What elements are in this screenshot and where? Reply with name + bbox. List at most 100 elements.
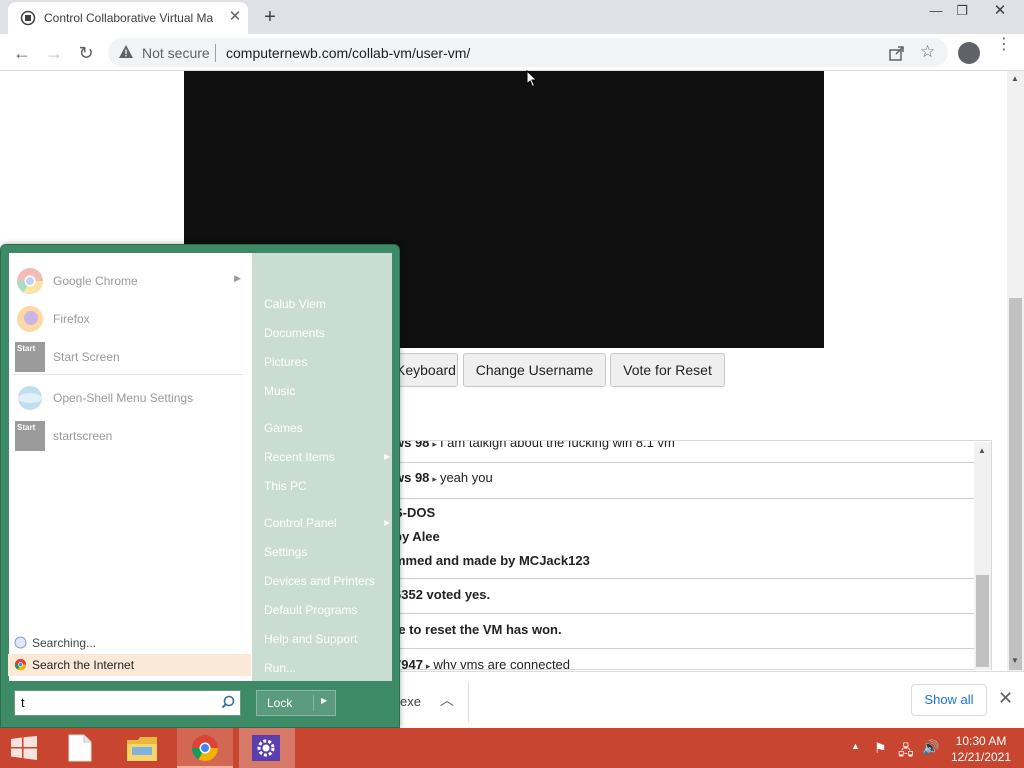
address-bar[interactable]: Not secure computernewb.com/collab-vm/us… (108, 38, 948, 67)
tab-close-icon[interactable]: ✕ (226, 8, 244, 26)
chat-divider (386, 578, 974, 579)
open-shell-icon (18, 386, 42, 410)
download-options-chevron-icon[interactable]: ︿ (440, 690, 454, 710)
share-icon[interactable] (888, 44, 906, 62)
firefox-icon (17, 306, 43, 332)
searching-icon (14, 636, 27, 649)
chat-system-message: 6352 voted yes. (394, 587, 491, 602)
start-menu-programs-pane: Google Chrome ▶ Firefox Start Start Scre… (9, 253, 252, 681)
menu-item-help-support[interactable]: Help and Support (264, 632, 357, 646)
page-scroll-down-icon[interactable]: ▼ (1011, 656, 1019, 665)
chat-system-message: mmed and made by MCJack123 (394, 553, 590, 568)
site-favicon-icon (20, 10, 36, 26)
menu-item-default-programs[interactable]: Default Programs (264, 603, 357, 617)
taskbar-chrome[interactable] (177, 728, 233, 768)
windows-logo-icon (11, 736, 37, 760)
action-center-flag-icon[interactable]: ⚑ (874, 740, 887, 757)
chat-scrollbar-thumb[interactable] (976, 575, 989, 667)
taskbar-settings[interactable] (239, 728, 295, 768)
browser-tab[interactable]: Control Collaborative Virtual Ma ✕ (8, 2, 248, 34)
browser-tab-strip: Control Collaborative Virtual Ma ✕ + — ❐… (0, 0, 1024, 34)
volume-icon[interactable]: 🔊 (922, 739, 939, 756)
program-label: Open-Shell Menu Settings (53, 391, 194, 405)
mouse-cursor-icon (526, 70, 538, 88)
restore-icon[interactable]: ❐ (946, 0, 978, 24)
reload-icon[interactable]: ↻ (73, 40, 99, 66)
start-search-input[interactable]: t (14, 690, 241, 716)
taskbar-notepad[interactable] (52, 728, 108, 768)
search-internet-item[interactable]: Search the Internet (8, 654, 251, 676)
program-firefox[interactable]: Firefox (13, 302, 247, 336)
program-google-chrome[interactable]: Google Chrome ▶ (13, 264, 247, 298)
program-label: Google Chrome (53, 274, 138, 288)
address-divider (215, 44, 216, 62)
menu-item-devices-printers[interactable]: Devices and Printers (264, 574, 375, 588)
submenu-arrow-icon: ▶ (234, 273, 241, 283)
gear-icon (252, 735, 280, 761)
folder-icon (127, 737, 157, 761)
back-icon[interactable]: ← (9, 40, 35, 66)
download-filename[interactable]: exe (400, 694, 421, 709)
chat-message: ws 98 ▸ I am talkigh about the fucking win… (394, 441, 675, 450)
menu-item-control-panel[interactable]: Control Panel (264, 516, 337, 530)
taskbar-file-explorer[interactable] (114, 728, 170, 768)
change-username-button[interactable]: Change Username (463, 353, 606, 387)
start-menu-places-pane: Calub Viem Documents Pictures Music Game… (252, 253, 392, 681)
chat-message: ws 98 ▸ yeah you (394, 470, 493, 485)
page-scrollbar-thumb[interactable] (1009, 298, 1022, 670)
document-icon (68, 734, 92, 762)
security-label[interactable]: Not secure (142, 45, 210, 61)
program-label: startscreen (53, 429, 113, 443)
searching-status: Searching... (32, 636, 97, 650)
bookmark-star-icon[interactable]: ☆ (920, 42, 935, 62)
url-text[interactable]: computernewb.com/collab-vm/user-vm/ (226, 45, 470, 61)
menu-item-settings[interactable]: Settings (264, 545, 307, 559)
start-button[interactable] (0, 728, 56, 768)
menu-item-run[interactable]: Run... (264, 661, 296, 675)
program-label: Start Screen (53, 350, 120, 364)
submenu-arrow-icon: ▶ (384, 518, 391, 527)
chrome-icon (191, 735, 219, 762)
menu-item-music[interactable]: Music (264, 384, 295, 398)
menu-item-recent-items[interactable]: Recent Items (264, 450, 335, 464)
forward-icon[interactable]: → (41, 40, 67, 66)
profile-avatar-icon[interactable] (958, 42, 980, 64)
program-open-shell-settings[interactable]: Open-Shell Menu Settings (13, 381, 247, 415)
chat-text: yeah you (439, 470, 493, 485)
keyboard-button[interactable]: Keyboard (396, 353, 458, 387)
search-internet-label: Search the Internet (32, 658, 135, 672)
show-all-button[interactable]: Show all (911, 684, 987, 716)
show-hidden-icons-icon[interactable]: ▲ (851, 741, 860, 751)
menu-item-documents[interactable]: Documents (264, 326, 325, 340)
network-icon[interactable]: 🖧 (898, 740, 914, 764)
lock-button[interactable]: Lock ▶ (256, 690, 336, 716)
warning-icon[interactable] (118, 44, 134, 60)
search-icon[interactable] (221, 695, 235, 709)
chat-divider (386, 648, 974, 649)
browser-toolbar: ← → ↻ Not secure computernewb.com/collab… (0, 34, 1024, 71)
lock-label: Lock (267, 696, 293, 710)
lock-options-arrow-icon[interactable]: ▶ (321, 696, 327, 705)
window-close-icon[interactable]: ✕ (984, 0, 1016, 24)
clock-time[interactable]: 10:30 AM (950, 734, 1012, 748)
browser-menu-icon[interactable]: ⋮ (996, 37, 1012, 53)
chat-divider (386, 613, 974, 614)
menu-item-games[interactable]: Games (264, 421, 303, 435)
menu-item-pictures[interactable]: Pictures (264, 355, 307, 369)
chat-panel[interactable]: ws 98 ▸ I am talkigh about the fucking win… (385, 440, 992, 670)
program-startscreen[interactable]: Start startscreen (13, 419, 247, 453)
chat-text: why vms are connected (433, 657, 571, 670)
page-scroll-up-icon[interactable]: ▲ (1011, 74, 1019, 83)
menu-item-this-pc[interactable]: This PC (264, 479, 307, 493)
download-bar-close-icon[interactable]: ✕ (998, 688, 1013, 709)
new-tab-icon[interactable]: + (258, 5, 282, 29)
vote-reset-button[interactable]: Vote for Reset (610, 353, 725, 387)
chrome-icon (16, 268, 44, 295)
chat-message: 7947 ▸ why vms are connected (394, 657, 571, 670)
clock-date[interactable]: 12/21/2021 (950, 750, 1012, 764)
program-start-screen[interactable]: Start Start Screen (13, 340, 247, 374)
menu-item-user-folder[interactable]: Calub Viem (264, 297, 326, 311)
taskbar: ▲ ⚑ 🖧 🔊 10:30 AM 12/21/2021 (0, 728, 1024, 768)
program-divider (13, 374, 243, 375)
chat-scroll-up-icon[interactable]: ▲ (978, 446, 986, 455)
